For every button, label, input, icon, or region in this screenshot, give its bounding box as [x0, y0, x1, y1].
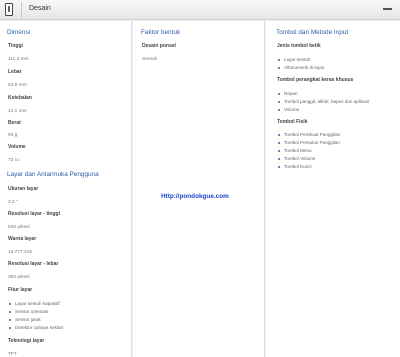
- list-item: Layar sentuh kapasitif: [9, 301, 60, 306]
- spec-label-ukuran-layar: Ukuran layar: [8, 186, 39, 192]
- spec-value-tinggi: 111,3 mm: [8, 57, 29, 62]
- column-form-factor: Faktor bentuk Desain ponsel Sentuh: [133, 21, 265, 357]
- spec-label-lebar: Lebar: [8, 69, 22, 75]
- spec-value-teknologi-layar: TFT: [8, 352, 17, 357]
- spec-label-teknologi-layar: Teknologi layar: [8, 338, 45, 344]
- divider: [21, 2, 22, 18]
- list-item: Tombol Volume: [277, 156, 316, 161]
- spec-value-warna-layar: 16.777.216: [8, 250, 33, 255]
- list-item: Sensor jarak: [9, 317, 41, 322]
- section-heading-layar: Layar dan Antarmuka Pengguna: [7, 171, 99, 178]
- page-title: Desain: [29, 5, 51, 12]
- spec-label-volume: Volume: [8, 144, 26, 150]
- top-bar: Desain: [0, 0, 400, 20]
- spec-value-lebar: 53,8 mm: [8, 83, 27, 88]
- spec-label-fitur-layar: Fitur layar: [8, 287, 33, 293]
- watermark-link[interactable]: Http://pondokgue.com: [161, 193, 229, 200]
- list-item: Depan: [278, 91, 298, 96]
- list-item: Tombol panggil, akhiri, hapus dan aplika…: [277, 99, 370, 104]
- spec-label-tinggi: Tinggi: [8, 43, 23, 49]
- phone-icon: [5, 3, 13, 16]
- spec-label-berat: Berat: [8, 120, 21, 126]
- spec-label-tombol-perangkat: Tombol perangkat keras khusus: [277, 77, 354, 83]
- list-item: Sensor orientasi: [8, 309, 49, 314]
- section-heading-faktor-bentuk: Faktor bentuk: [141, 29, 181, 36]
- menu-icon[interactable]: [383, 8, 392, 10]
- spec-value-resolusi-tinggi: 640 piksel: [8, 225, 30, 230]
- column-dimensions-display: Dimensi Tinggi 111,3 mm Lebar 53,8 mm Ke…: [0, 21, 132, 357]
- section-heading-dimensi: Dimensi: [7, 29, 31, 36]
- spec-label-warna-layar: Warna layar: [8, 236, 37, 242]
- spec-label-resolusi-lebar: Resolusi layar - lebar: [8, 261, 59, 267]
- spec-label-resolusi-tinggi: Resolusi layar - tinggi: [8, 211, 60, 217]
- list-item: Layar sentuh: [278, 57, 311, 62]
- spec-value-volume: 73 cc: [8, 158, 20, 163]
- section-heading-tombol: Tombol dan Metode Input: [276, 29, 349, 36]
- spec-value-desain-ponsel: Sentuh: [142, 57, 158, 62]
- spec-value-berat: 93 g: [8, 133, 18, 138]
- list-item: Volume: [277, 107, 300, 112]
- list-item: Tombol Menu: [278, 148, 312, 153]
- list-item: Detektor cahaya sekitar: [8, 325, 64, 330]
- column-buttons-input: Tombol dan Metode Input Jenis tombol ket…: [266, 21, 400, 357]
- spec-label-tombol-fisik: Tombol Fisik: [277, 119, 308, 125]
- spec-value-ketebalan: 14,1 mm: [8, 109, 27, 114]
- spec-value-resolusi-lebar: 360 piksel: [8, 275, 30, 280]
- list-item: Alfanumerik di layar: [277, 65, 325, 70]
- list-item: Tombol Kunci: [278, 164, 312, 169]
- spec-value-ukuran-layar: 3.2 ": [8, 200, 18, 205]
- spec-label-jenis-tombol: Jenis tombol ketik: [277, 43, 321, 49]
- spec-label-desain-ponsel: Desain ponsel: [142, 43, 176, 49]
- spec-label-ketebalan: Ketebalan: [8, 95, 32, 101]
- list-item: Tombol Pembuat Panggilan: [277, 132, 341, 137]
- list-item: Tombol Pemutus Panggilan: [278, 140, 340, 145]
